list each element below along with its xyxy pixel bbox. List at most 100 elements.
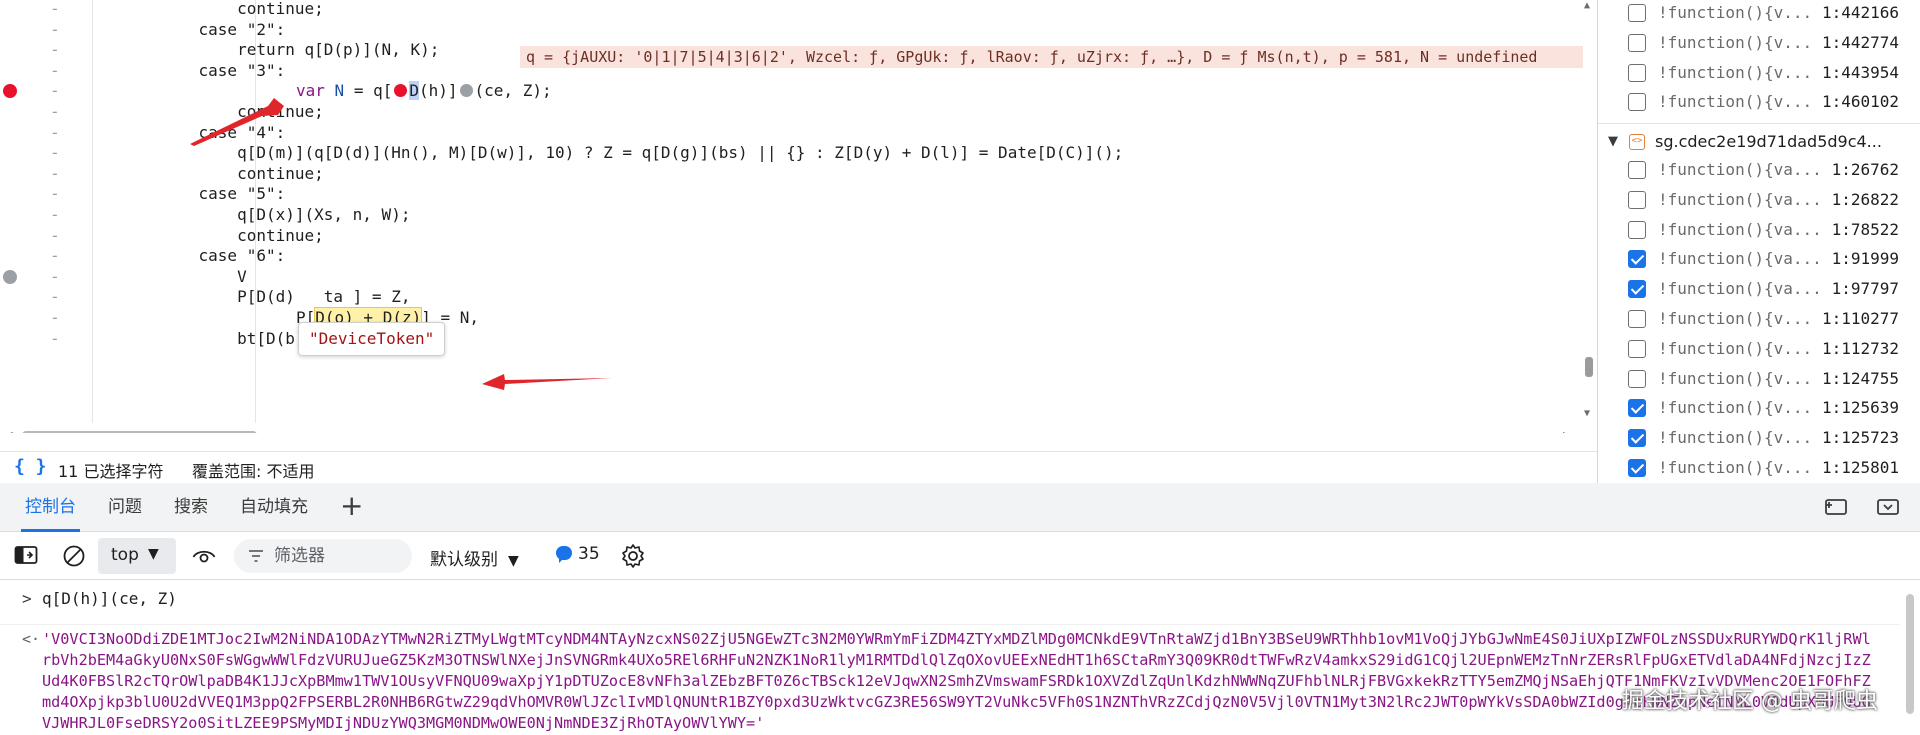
live-expression-eye-icon[interactable] xyxy=(192,546,216,566)
breakpoint-location: 1:78522 xyxy=(1831,219,1899,239)
breakpoint-item[interactable]: !function(){va... 1:26762 xyxy=(1598,155,1920,185)
breakpoint-checkbox[interactable] xyxy=(1628,4,1646,22)
result-arrow-icon: <· xyxy=(22,630,41,648)
breakpoint-snippet: !function(){v... xyxy=(1658,458,1813,477)
breakpoint-item[interactable]: !function(){v... 1:110277 xyxy=(1598,304,1920,334)
issues-count: 35 xyxy=(578,544,600,564)
show-sidebar-icon[interactable] xyxy=(14,545,38,565)
chevron-down-icon: ▼ xyxy=(148,546,159,562)
breakpoint-item[interactable]: !function(){v... 1:125639 xyxy=(1598,393,1920,423)
breakpoint-location: 1:97797 xyxy=(1831,279,1899,299)
breakpoint-item[interactable]: !function(){v... 1:125801 xyxy=(1598,453,1920,483)
hover-value-tooltip: "DeviceToken" xyxy=(298,322,446,356)
breakpoint-location: 1:125639 xyxy=(1821,398,1899,418)
breakpoint-snippet: !function(){v... xyxy=(1658,338,1813,358)
breakpoint-item[interactable]: !function(){v... 1:460102 xyxy=(1598,87,1920,117)
breakpoint-snippet: !function(){v... xyxy=(1658,309,1813,328)
code-text: (ce, Z); xyxy=(474,81,552,101)
breakpoint-location: 1:26822 xyxy=(1831,189,1899,209)
message-bubble-icon xyxy=(556,546,572,563)
breakpoint-checkbox[interactable] xyxy=(1628,63,1646,82)
inline-breakpoint-icon[interactable] xyxy=(459,84,473,98)
breakpoint-snippet: !function(){v... xyxy=(1658,368,1813,388)
console-toolbar: top ▼ 默认级别 ▼ 35 xyxy=(0,532,1920,580)
add-tab-button[interactable]: + xyxy=(340,491,363,521)
breakpoint-item[interactable]: !function(){va... 1:78522 xyxy=(1598,215,1920,245)
breakpoint-file-name: sg.cdec2e19d71dad5d9c4... xyxy=(1655,132,1882,151)
breakpoint-snippet: !function(){va... xyxy=(1658,249,1822,269)
breakpoint-snippet: !function(){v... xyxy=(1658,92,1813,112)
close-drawer-icon[interactable] xyxy=(1876,497,1900,517)
breakpoint-checkbox[interactable] xyxy=(1628,190,1646,209)
breakpoint-item[interactable]: !function(){va... 1:91999 xyxy=(1598,244,1920,274)
clear-console-icon[interactable] xyxy=(62,544,86,568)
breakpoint-snippet: !function(){v... xyxy=(1658,62,1813,82)
inline-breakpoint-icon[interactable] xyxy=(394,84,408,98)
breakpoint-location: 1:125723 xyxy=(1821,428,1899,448)
breakpoint-item[interactable]: !function(){v... 1:442774 xyxy=(1598,28,1920,58)
tab-issues[interactable]: 问题 xyxy=(108,483,142,532)
breakpoint-checkbox[interactable] xyxy=(1628,429,1646,448)
breakpoint-location: 1:442774 xyxy=(1821,32,1899,52)
breakpoint-gutter[interactable] xyxy=(0,326,22,351)
console-filter[interactable] xyxy=(234,539,412,573)
collapse-triangle-icon[interactable]: ▼ xyxy=(1608,127,1618,157)
breakpoint-checkbox[interactable] xyxy=(1628,93,1646,112)
dock-side-icon[interactable] xyxy=(1824,497,1848,517)
scroll-left-arrow[interactable]: ◀ xyxy=(6,429,13,433)
breakpoint-checkbox[interactable] xyxy=(1628,33,1646,52)
horizontal-scrollbar-thumb[interactable] xyxy=(22,431,257,433)
code-line[interactable]: - bt[D(b)](P); xyxy=(0,326,1583,351)
breakpoint-snippet: !function(){v... xyxy=(1658,428,1813,448)
console-scrollbar[interactable] xyxy=(1906,584,1914,724)
divider xyxy=(1598,123,1920,124)
disabled-breakpoint-icon[interactable] xyxy=(3,269,17,284)
breakpoint-snippet: !function(){v... xyxy=(1658,3,1813,22)
scroll-down-arrow[interactable]: ▼ xyxy=(1584,408,1590,419)
breakpoint-checkbox[interactable] xyxy=(1628,459,1646,477)
breakpoint-file-group[interactable]: ▼ <> sg.cdec2e19d71dad5d9c4... xyxy=(1598,127,1920,157)
selection-count: 11 已选择字符 xyxy=(58,462,164,481)
script-file-icon: <> xyxy=(1629,134,1645,150)
breakpoint-checkbox[interactable] xyxy=(1628,250,1646,269)
filter-icon xyxy=(249,550,263,562)
breakpoint-location: 1:125801 xyxy=(1821,458,1899,477)
source-editor[interactable]: - continue; - case "2": - return q[D(p)](N… xyxy=(0,0,1597,433)
breakpoint-location: 1:443954 xyxy=(1821,62,1899,82)
pretty-print-icon[interactable]: { } xyxy=(14,456,47,477)
breakpoint-location: 1:110277 xyxy=(1821,309,1899,328)
log-level-dropdown[interactable]: 默认级别 ▼ xyxy=(430,545,519,570)
breakpoint-item[interactable]: !function(){v... 1:124755 xyxy=(1598,364,1920,394)
breakpoint-checkbox[interactable] xyxy=(1628,280,1646,299)
code-keyword: var xyxy=(296,81,325,101)
vertical-scrollbar-thumb[interactable] xyxy=(1585,357,1593,377)
breakpoint-marker-icon[interactable] xyxy=(3,84,17,99)
breakpoint-item[interactable]: !function(){v... 1:112732 xyxy=(1598,334,1920,364)
breakpoint-checkbox[interactable] xyxy=(1628,310,1646,328)
breakpoint-item[interactable]: !function(){v... 1:443954 xyxy=(1598,58,1920,88)
watermark-text: 掘金技术社区 @ 虫哥爬虫 xyxy=(1622,689,1878,714)
issues-counter[interactable]: 35 xyxy=(556,544,600,564)
console-settings-gear-icon[interactable] xyxy=(620,543,646,569)
breakpoint-item[interactable]: !function(){va... 1:97797 xyxy=(1598,274,1920,304)
breakpoint-item[interactable]: !function(){va... 1:26822 xyxy=(1598,185,1920,215)
tab-autofill[interactable]: 自动填充 xyxy=(240,483,308,532)
breakpoint-checkbox[interactable] xyxy=(1628,369,1646,388)
console-scrollbar-thumb[interactable] xyxy=(1906,594,1914,714)
console-result-string[interactable]: 'V0VCI3NoODdiZDE1MTJoc2IwM2NiNDA1ODAzYTM… xyxy=(42,629,1877,734)
tab-search[interactable]: 搜索 xyxy=(174,483,208,532)
breakpoint-location: 1:124755 xyxy=(1821,368,1899,388)
breakpoint-checkbox[interactable] xyxy=(1628,339,1646,358)
scroll-up-arrow[interactable]: ▲ xyxy=(1584,0,1590,11)
breakpoint-checkbox[interactable] xyxy=(1628,220,1646,239)
breakpoint-checkbox[interactable] xyxy=(1628,161,1646,179)
tab-console[interactable]: 控制台 xyxy=(21,483,80,532)
breakpoint-item[interactable]: !function(){v... 1:442166 xyxy=(1598,0,1920,28)
context-selector[interactable]: top ▼ xyxy=(98,538,176,574)
breakpoint-checkbox[interactable] xyxy=(1628,399,1646,418)
filter-input[interactable] xyxy=(274,543,404,569)
drawer-tab-bar: 控制台 问题 搜索 自动填充 + xyxy=(0,483,1920,532)
scroll-right-arrow[interactable]: ▶ xyxy=(1563,429,1570,433)
breakpoint-location: 1:460102 xyxy=(1821,92,1899,112)
breakpoint-item[interactable]: !function(){v... 1:125723 xyxy=(1598,423,1920,453)
